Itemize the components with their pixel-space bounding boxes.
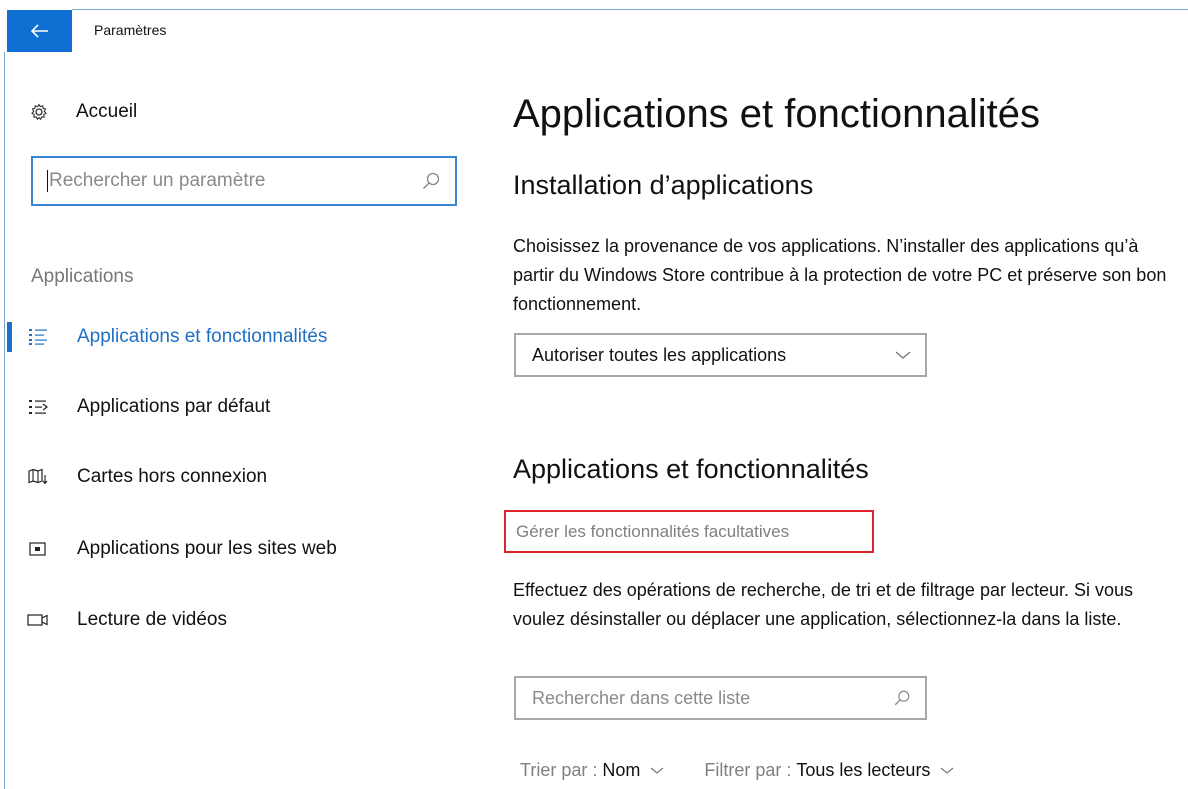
apps-section-heading: Applications et fonctionnalités [513, 454, 869, 484]
sidebar-item-label: Applications par défaut [77, 396, 271, 417]
window-title: Paramètres [94, 22, 167, 38]
sort-by-label: Trier par : [520, 759, 598, 780]
sidebar-item-label: Applications pour les sites web [77, 538, 337, 559]
settings-search-placeholder: Rechercher un paramètre [49, 170, 266, 191]
sidebar-item-label: Lecture de vidéos [77, 609, 227, 630]
back-button[interactable] [7, 10, 72, 52]
filter-by-value: Tous les lecteurs [796, 759, 931, 780]
main-content: Applications et fonctionnalités Installa… [480, 52, 1188, 789]
sort-filter-row: Trier par : Nom Filtrer par : Tous les l… [520, 758, 954, 782]
install-description: Choisissez la provenance de vos applicat… [513, 236, 1167, 314]
sidebar-item-video-playback[interactable]: Lecture de vidéos [0, 603, 470, 637]
section-label-applications: Applications [31, 266, 134, 287]
install-section-heading: Installation d’applications [513, 170, 814, 200]
app-list-search-input[interactable]: Rechercher dans cette liste [514, 676, 927, 720]
apps-description: Effectuez des opérations de recherche, d… [513, 580, 1134, 629]
home-link[interactable]: Accueil [30, 100, 137, 124]
sidebar: Accueil Rechercher un paramètre Applicat… [0, 52, 480, 789]
optional-features-highlight: Gérer les fonctionnalités facultatives [504, 510, 874, 553]
apps-features-icon [27, 327, 49, 347]
active-indicator [7, 322, 12, 352]
settings-window: Paramètres Accueil Rechercher un paramèt… [0, 0, 1188, 789]
text-caret [47, 170, 48, 192]
sidebar-item-apps-features[interactable]: Applications et fonctionnalités [0, 320, 470, 354]
sidebar-item-label: Cartes hors connexion [77, 466, 268, 487]
sort-by-value: Nom [602, 759, 641, 780]
page-title: Applications et fonctionnalités [513, 92, 1040, 136]
home-label: Accueil [76, 101, 138, 122]
sidebar-item-apps-websites[interactable]: Applications pour les sites web [0, 532, 470, 566]
back-arrow-icon [30, 24, 48, 38]
apps-websites-icon [27, 539, 49, 559]
sidebar-item-default-apps[interactable]: Applications par défaut [0, 390, 470, 424]
chevron-down-icon [941, 767, 954, 774]
video-playback-icon [27, 610, 49, 630]
chevron-down-icon [895, 351, 911, 359]
search-icon[interactable] [893, 689, 911, 707]
settings-search-input[interactable]: Rechercher un paramètre [31, 156, 457, 206]
app-list-search-placeholder: Rechercher dans cette liste [532, 687, 751, 708]
sort-by-dropdown[interactable]: Trier par : Nom [520, 760, 664, 781]
offline-maps-icon [27, 467, 49, 487]
filter-by-label: Filtrer par : [704, 759, 792, 780]
default-apps-icon [27, 397, 49, 417]
gear-icon [30, 103, 48, 121]
search-icon[interactable] [421, 171, 441, 191]
app-source-dropdown-value: Autoriser toutes les applications [532, 344, 787, 365]
app-source-dropdown[interactable]: Autoriser toutes les applications [514, 333, 927, 377]
chevron-down-icon [650, 767, 664, 774]
sidebar-item-label: Applications et fonctionnalités [77, 326, 328, 347]
sidebar-item-offline-maps[interactable]: Cartes hors connexion [0, 460, 470, 494]
manage-optional-features-link[interactable]: Gérer les fonctionnalités facultatives [516, 522, 789, 542]
title-bar: Paramètres [0, 0, 1188, 52]
filter-by-dropdown[interactable]: Filtrer par : Tous les lecteurs [704, 760, 954, 781]
